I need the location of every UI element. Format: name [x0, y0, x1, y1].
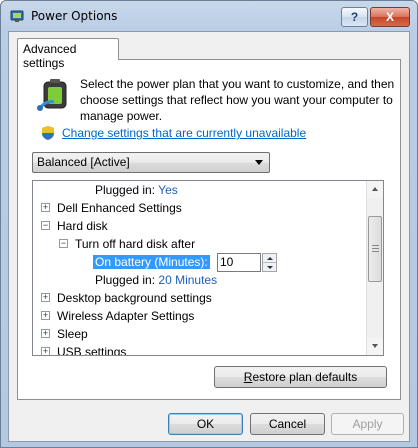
- intro-text: Select the power plan that you want to c…: [80, 77, 395, 123]
- tree-row-usb-settings[interactable]: + USB settings: [41, 343, 127, 356]
- expand-plus-icon[interactable]: +: [41, 203, 50, 212]
- change-unavailable-settings-link[interactable]: Change settings that are currently unava…: [62, 126, 306, 140]
- dialog-client-area: Advanced settings Select the power plan …: [8, 31, 410, 442]
- advanced-settings-panel: Select the power plan that you want to c…: [17, 59, 401, 400]
- tree-row-desktop-background[interactable]: + Desktop background settings: [41, 289, 212, 307]
- tree-row-hard-disk[interactable]: − Hard disk: [41, 217, 108, 235]
- help-button[interactable]: ?: [341, 7, 368, 27]
- power-options-window: Power Options ? X Advanced settings Sele…: [0, 0, 418, 448]
- scroll-up-button[interactable]: [367, 181, 383, 198]
- expand-plus-icon[interactable]: +: [41, 311, 50, 320]
- plugged-in-value-top[interactable]: Yes: [158, 183, 178, 197]
- collapse-minus-icon[interactable]: −: [41, 221, 50, 230]
- sleep-label: Sleep: [57, 327, 88, 341]
- collapse-minus-icon[interactable]: −: [59, 239, 68, 248]
- cancel-button[interactable]: Cancel: [250, 413, 325, 435]
- on-battery-label: On battery (Minutes):: [93, 255, 210, 269]
- turn-off-hard-disk-label: Turn off hard disk after: [75, 237, 196, 251]
- minutes-spinner[interactable]: [262, 253, 277, 272]
- usb-settings-label: USB settings: [57, 345, 127, 356]
- tree-row-sleep[interactable]: + Sleep: [41, 325, 88, 343]
- plugged-in-label: Plugged in:: [95, 183, 156, 197]
- window-title: Power Options: [31, 9, 118, 23]
- wireless-adapter-label: Wireless Adapter Settings: [57, 309, 195, 323]
- plugged-in-value[interactable]: 20 Minutes: [158, 273, 217, 287]
- tree-vertical-scrollbar[interactable]: [366, 181, 383, 355]
- battery-plan-icon: [37, 79, 67, 111]
- scroll-down-button[interactable]: [367, 338, 383, 355]
- spinner-down-button[interactable]: [267, 266, 273, 269]
- power-plan-selected: Balanced [Active]: [37, 155, 130, 169]
- tree-row-turn-off-hard-disk[interactable]: − Turn off hard disk after: [59, 235, 195, 253]
- desktop-background-label: Desktop background settings: [57, 291, 212, 305]
- dell-enhanced-label: Dell Enhanced Settings: [57, 201, 182, 215]
- restore-plan-defaults-button[interactable]: Restore plan defaults: [214, 366, 387, 388]
- expand-plus-icon[interactable]: +: [41, 347, 50, 355]
- expand-plus-icon[interactable]: +: [41, 329, 50, 338]
- expand-plus-icon[interactable]: +: [41, 293, 50, 302]
- tab-advanced-settings[interactable]: Advanced settings: [17, 38, 119, 70]
- tree-row-wireless-adapter[interactable]: + Wireless Adapter Settings: [41, 307, 194, 325]
- apply-button[interactable]: Apply: [331, 413, 404, 435]
- power-plan-dropdown[interactable]: Balanced [Active]: [32, 152, 270, 173]
- tree-row-plugged-in[interactable]: Plugged in: 20 Minutes: [95, 271, 217, 289]
- scrollbar-thumb[interactable]: [368, 216, 382, 282]
- settings-tree[interactable]: Plugged in: Yes + Dell Enhanced Settings…: [32, 180, 384, 356]
- on-battery-minutes-input[interactable]: 10: [217, 253, 261, 272]
- hard-disk-label: Hard disk: [57, 219, 108, 233]
- power-options-icon: [10, 10, 24, 22]
- tree-row-plugged-in-top[interactable]: Plugged in: Yes: [95, 181, 178, 199]
- ok-button[interactable]: OK: [168, 413, 243, 435]
- chevron-down-icon: [255, 160, 263, 165]
- plugged-in-label: Plugged in:: [95, 273, 156, 287]
- tree-row-dell-enhanced[interactable]: + Dell Enhanced Settings: [41, 199, 182, 217]
- uac-shield-icon: [42, 126, 54, 140]
- close-button[interactable]: X: [370, 7, 410, 27]
- spinner-up-button[interactable]: [263, 254, 276, 263]
- title-bar[interactable]: Power Options ? X: [1, 1, 417, 31]
